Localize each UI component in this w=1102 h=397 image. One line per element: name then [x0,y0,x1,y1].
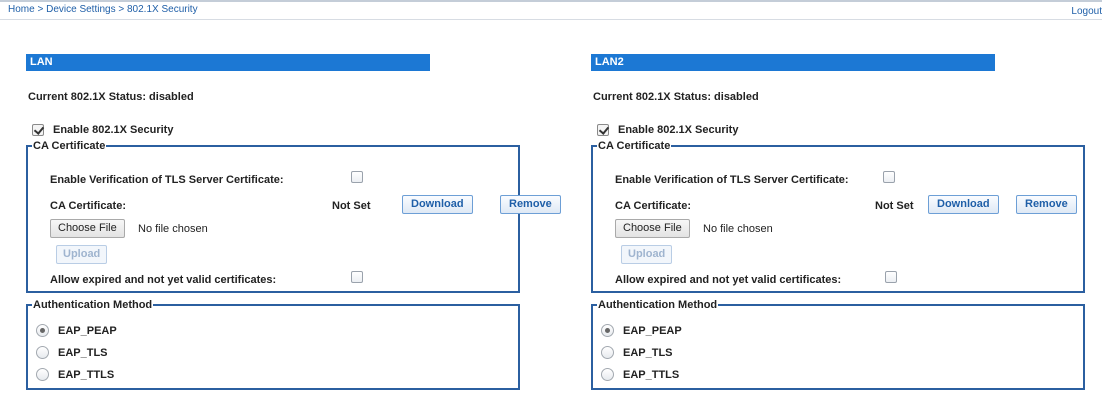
ca-certificate-label: CA Certificate: [50,200,126,212]
authentication-method-group: Authentication Method EAP_PEAP EAP_TLS E… [26,299,520,390]
authentication-method-group: Authentication Method EAP_PEAP EAP_TLS E… [591,299,1085,390]
enable-8021x-checkbox[interactable] [32,124,44,136]
download-button[interactable]: Download [402,195,473,214]
radio-eap-ttls[interactable]: EAP_TTLS [36,368,114,381]
no-file-chosen-text: No file chosen [703,223,773,235]
logout-link[interactable]: Logout [1071,6,1102,17]
top-divider [0,0,1102,2]
radio-eap-ttls[interactable]: EAP_TTLS [601,368,679,381]
allow-expired-checkbox[interactable] [351,271,363,283]
panel-title-bar: LAN2 [591,54,995,71]
ca-certificate-group: CA Certificate Enable Verification of TL… [26,140,561,293]
radio-label: EAP_PEAP [58,324,117,337]
upload-button[interactable]: Upload [621,245,673,264]
verify-tls-label: Enable Verification of TLS Server Certif… [50,174,284,186]
breadcrumb-current[interactable]: 802.1X Security [127,4,198,15]
upload-button[interactable]: Upload [56,245,108,264]
verify-tls-checkbox[interactable] [883,171,895,183]
download-button[interactable]: Download [928,195,999,214]
allow-expired-label: Allow expired and not yet valid certific… [50,274,277,286]
lan-panel: LAN Current 802.1X Status: disabled Enab… [26,54,561,390]
ca-certificate-legend: CA Certificate [598,140,671,152]
ca-certificate-group: CA Certificate Enable Verification of TL… [591,140,1085,293]
no-file-chosen-text: No file chosen [138,223,208,235]
radio-button[interactable] [36,324,49,337]
radio-button[interactable] [601,324,614,337]
ca-certificate-legend: CA Certificate [33,140,106,152]
breadcrumb-divider [0,19,1102,20]
breadcrumb-home[interactable]: Home [8,4,35,15]
lan2-panel: LAN2 Current 802.1X Status: disabled Ena… [591,54,1087,390]
radio-label: EAP_TLS [623,346,673,359]
ca-certificate-status: Not Set [875,200,914,212]
enable-8021x-row: Enable 802.1X Security [597,123,1087,137]
choose-file-button[interactable]: Choose File [615,219,690,238]
radio-label: EAP_TTLS [58,368,115,381]
enable-8021x-checkbox[interactable] [597,124,609,136]
ca-certificate-status: Not Set [332,200,371,212]
enable-8021x-label: Enable 802.1X Security [53,124,174,136]
radio-button[interactable] [36,346,49,359]
enable-8021x-label: Enable 802.1X Security [618,124,739,136]
radio-eap-tls[interactable]: EAP_TLS [36,346,108,359]
allow-expired-checkbox[interactable] [885,271,897,283]
breadcrumb: Home > Device Settings > 802.1X Security [8,4,198,15]
authentication-method-legend: Authentication Method [598,299,718,311]
radio-button[interactable] [36,368,49,381]
radio-label: EAP_TLS [58,346,108,359]
radio-label: EAP_PEAP [623,324,682,337]
radio-button[interactable] [601,346,614,359]
verify-tls-label: Enable Verification of TLS Server Certif… [615,174,849,186]
allow-expired-label: Allow expired and not yet valid certific… [615,274,842,286]
remove-button[interactable]: Remove [500,195,561,214]
breadcrumb-device-settings[interactable]: Device Settings [46,4,115,15]
remove-button[interactable]: Remove [1016,195,1077,214]
choose-file-button[interactable]: Choose File [50,219,125,238]
breadcrumb-separator: > [118,4,125,15]
verify-tls-checkbox[interactable] [351,171,363,183]
enable-8021x-row: Enable 802.1X Security [32,123,522,137]
radio-eap-peap[interactable]: EAP_PEAP [36,324,117,337]
radio-label: EAP_TTLS [623,368,680,381]
radio-eap-peap[interactable]: EAP_PEAP [601,324,682,337]
breadcrumb-separator: > [37,4,44,15]
panel-title-bar: LAN [26,54,430,71]
status-text: Current 802.1X Status: disabled [593,91,759,103]
status-text: Current 802.1X Status: disabled [28,91,194,103]
radio-button[interactable] [601,368,614,381]
ca-certificate-label: CA Certificate: [615,200,691,212]
radio-eap-tls[interactable]: EAP_TLS [601,346,673,359]
authentication-method-legend: Authentication Method [33,299,153,311]
